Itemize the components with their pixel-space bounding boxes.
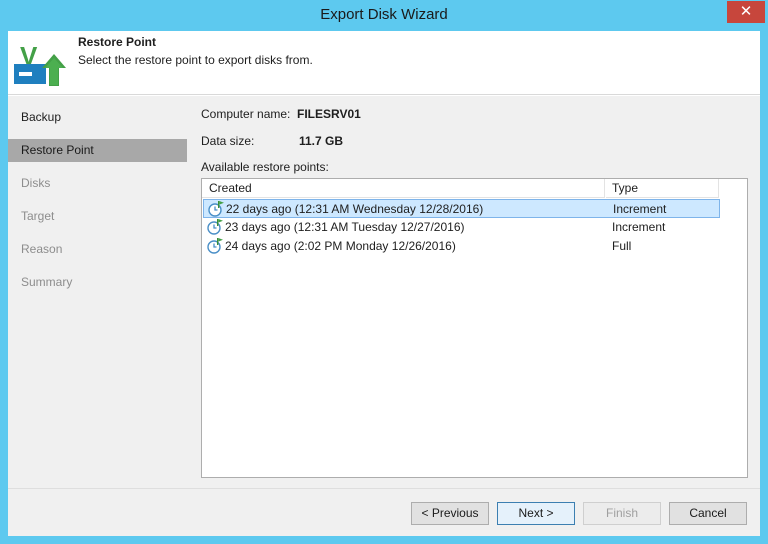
sidebar-item-label: Summary (21, 275, 73, 289)
table-row[interactable]: 24 days ago (2:02 PM Monday 12/26/2016) … (203, 237, 720, 256)
sidebar-item-restore-point[interactable]: Restore Point (8, 139, 187, 162)
row-created: 22 days ago (12:31 AM Wednesday 12/28/20… (226, 202, 484, 216)
title-bar[interactable]: Export Disk Wizard ✕ (0, 0, 768, 31)
row-type: Increment (613, 202, 667, 216)
restore-point-clock-icon (207, 238, 223, 254)
computer-name-label: Computer name: (201, 107, 291, 121)
restore-point-clock-icon (208, 201, 224, 217)
previous-button[interactable]: < Previous (411, 502, 489, 525)
wizard-header: V Restore Point Select the restore point… (8, 31, 760, 95)
sidebar-item-label: Disks (21, 176, 51, 190)
page-title: Restore Point (78, 35, 157, 49)
sidebar-item-disks: Disks (8, 172, 187, 195)
column-header-type[interactable]: Type (606, 179, 719, 198)
column-header-created[interactable]: Created (202, 179, 605, 198)
sidebar-item-label: Backup (21, 110, 62, 124)
next-button[interactable]: Next > (497, 502, 575, 525)
row-type: Increment (612, 220, 666, 234)
sidebar-item-summary: Summary (8, 271, 187, 294)
data-size-label: Data size: (201, 134, 255, 148)
computer-name-value: FILESRV01 (297, 107, 361, 121)
wizard-main-panel: Computer name: FILESRV01 Data size: 11.7… (187, 96, 760, 488)
veeam-logo-icon: V (14, 40, 66, 86)
wizard-window: Export Disk Wizard ✕ V Restore Point Sel… (0, 0, 768, 544)
close-icon: ✕ (739, 3, 753, 20)
row-created: 24 days ago (2:02 PM Monday 12/26/2016) (225, 239, 456, 253)
page-subtitle: Select the restore point to export disks… (78, 53, 313, 67)
sidebar-item-label: Restore Point (21, 143, 94, 157)
table-row[interactable]: 22 days ago (12:31 AM Wednesday 12/28/20… (203, 199, 720, 218)
window-title: Export Disk Wizard (320, 6, 448, 23)
sidebar-item-target: Target (8, 205, 187, 228)
finish-button: Finish (583, 502, 661, 525)
close-button[interactable]: ✕ (727, 1, 765, 23)
cancel-button[interactable]: Cancel (669, 502, 747, 525)
wizard-footer: < Previous Next > Finish Cancel (8, 488, 760, 536)
sidebar-item-reason: Reason (8, 238, 187, 261)
data-size-value: 11.7 GB (299, 134, 344, 148)
sidebar-item-backup[interactable]: Backup (8, 106, 187, 129)
row-type: Full (612, 239, 632, 253)
restore-point-clock-icon (207, 219, 223, 235)
sidebar-item-label: Reason (21, 242, 63, 256)
restore-points-list[interactable]: Created Type 22 days ago (12:31 AM Wedne… (201, 178, 748, 478)
wizard-steps-sidebar: Backup Restore Point Disks Target Reason… (8, 96, 187, 488)
wizard-client-area: V Restore Point Select the restore point… (8, 31, 760, 536)
table-row[interactable]: 23 days ago (12:31 AM Tuesday 12/27/2016… (203, 218, 720, 237)
sidebar-item-label: Target (21, 209, 55, 223)
row-created: 23 days ago (12:31 AM Tuesday 12/27/2016… (225, 220, 465, 234)
restore-points-label: Available restore points: (201, 160, 329, 174)
